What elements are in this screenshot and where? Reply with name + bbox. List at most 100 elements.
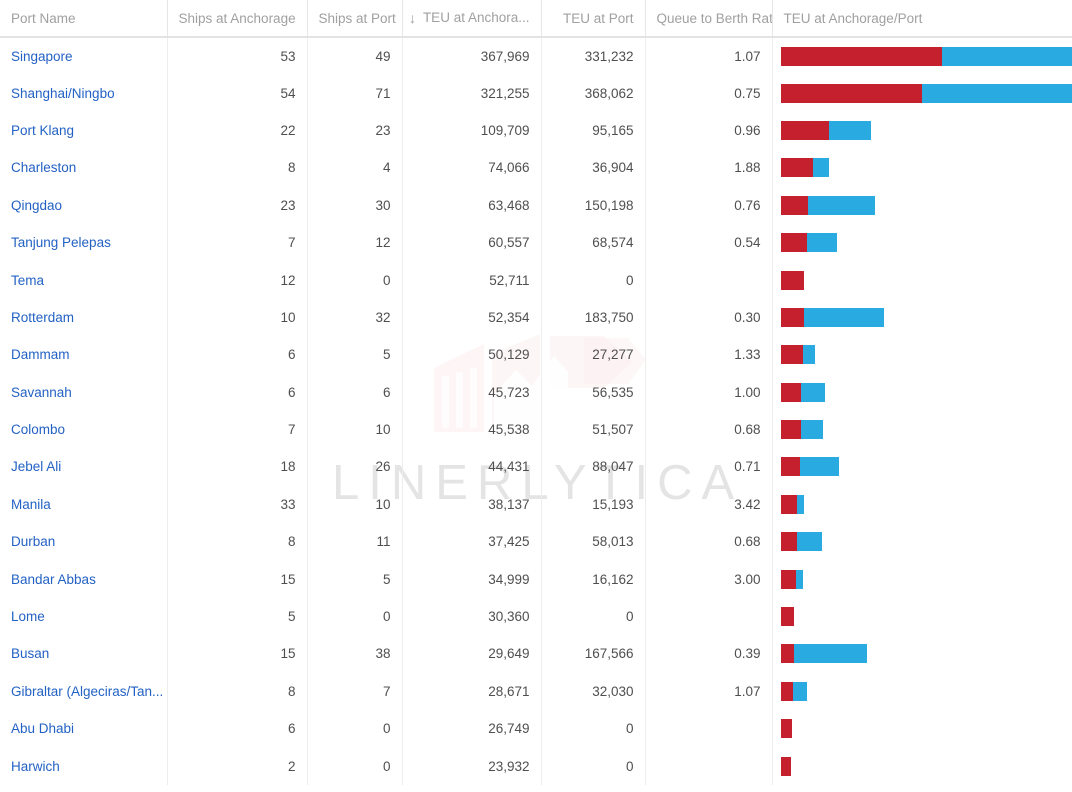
stacked-bar xyxy=(780,719,1072,739)
port-name-link[interactable]: Lome xyxy=(11,609,45,624)
cell-port-name: Harwich xyxy=(0,747,168,785)
cell-teu-at-anchorage: 37,425 xyxy=(402,523,542,561)
bar-segment-port xyxy=(796,532,823,552)
table-row: Jebel Ali 18 26 44,431 88,047 0.71 xyxy=(0,448,1072,486)
cell-port-name: Singapore xyxy=(0,37,168,75)
cell-teu-anchorage-port-bar xyxy=(772,74,1072,111)
bar-segment-anchorage xyxy=(780,420,801,440)
port-name-link[interactable]: Singapore xyxy=(11,49,73,64)
stacked-bar xyxy=(780,607,1072,627)
cell-ships-at-port: 4 xyxy=(307,149,403,187)
column-header-teu-at-anchorage[interactable]: ↓ TEU at Anchora... xyxy=(402,0,542,38)
column-header-queue-to-berth-ratio-label: Queue to Berth Ratio xyxy=(656,10,772,26)
bar-segment-port xyxy=(800,382,826,402)
stacked-bar xyxy=(780,569,1072,589)
cell-teu-anchorage-port-bar xyxy=(772,710,1072,747)
port-name-link[interactable]: Harwich xyxy=(11,759,60,774)
table-row: Durban 8 11 37,425 58,013 0.68 xyxy=(0,523,1072,561)
cell-teu-anchorage-port-bar xyxy=(772,598,1072,635)
table-row: Port Klang 22 23 109,709 95,165 0.96 xyxy=(0,111,1072,150)
cell-port-name: Tanjung Pelepas xyxy=(0,223,168,262)
stacked-bar xyxy=(780,46,1072,66)
port-name-link[interactable]: Qingdao xyxy=(11,198,62,213)
table-row: Dammam 6 5 50,129 27,277 1.33 xyxy=(0,336,1072,374)
bar-segment-anchorage xyxy=(780,457,801,477)
port-name-link[interactable]: Charleston xyxy=(11,160,76,175)
cell-queue-to-berth-ratio: 0.39 xyxy=(645,635,773,673)
cell-port-name: Qingdao xyxy=(0,186,168,224)
port-name-link[interactable]: Gibraltar (Algeciras/Tan... xyxy=(11,684,163,699)
port-name-link[interactable]: Dammam xyxy=(11,347,70,362)
cell-teu-at-port: 331,232 xyxy=(541,37,646,75)
bar-segment-anchorage xyxy=(780,233,808,253)
cell-ships-at-anchorage: 23 xyxy=(167,186,308,224)
cell-port-name: Dammam xyxy=(0,336,168,374)
port-name-link[interactable]: Abu Dhabi xyxy=(11,721,74,736)
bar-segment-port xyxy=(803,307,885,327)
cell-teu-at-port: 88,047 xyxy=(541,448,646,486)
arrow-down-icon: ↓ xyxy=(408,9,416,26)
port-name-link[interactable]: Shanghai/Ningbo xyxy=(11,86,115,101)
column-header-port-name[interactable]: Port Name xyxy=(0,0,168,38)
cell-ships-at-port: 38 xyxy=(307,635,403,673)
stacked-bar xyxy=(780,270,1072,290)
column-header-teu-anchorage-port-chart[interactable]: TEU at Anchorage/Port xyxy=(772,0,1072,38)
cell-queue-to-berth-ratio xyxy=(645,597,773,636)
table-row: Gibraltar (Algeciras/Tan... 8 7 28,671 32,03… xyxy=(0,672,1072,711)
stacked-bar xyxy=(780,158,1072,178)
bar-segment-port xyxy=(828,120,871,140)
cell-teu-at-port: 51,507 xyxy=(541,410,646,449)
cell-ships-at-anchorage: 7 xyxy=(167,223,308,262)
port-name-link[interactable]: Tema xyxy=(11,273,44,288)
header-row: Port Name Ships at Anchorage Ships at Po… xyxy=(0,0,1072,38)
port-name-link[interactable]: Jebel Ali xyxy=(11,459,61,474)
bar-segment-anchorage xyxy=(780,120,829,140)
port-name-link[interactable]: Tanjung Pelepas xyxy=(11,235,111,250)
bar-segment-anchorage xyxy=(780,607,794,627)
cell-teu-at-port: 0 xyxy=(541,597,646,636)
bar-segment-anchorage xyxy=(780,158,814,178)
cell-ships-at-anchorage: 7 xyxy=(167,410,308,449)
port-name-link[interactable]: Bandar Abbas xyxy=(11,572,96,587)
table-row: Manila 33 10 38,137 15,193 3.42 xyxy=(0,485,1072,524)
stacked-bar xyxy=(780,681,1072,701)
column-header-queue-to-berth-ratio[interactable]: Queue to Berth Ratio xyxy=(645,0,773,38)
cell-teu-anchorage-port-bar xyxy=(772,523,1072,560)
port-name-link[interactable]: Manila xyxy=(11,497,51,512)
column-header-ships-at-port[interactable]: Ships at Port xyxy=(307,0,403,38)
cell-teu-anchorage-port-bar xyxy=(772,187,1072,224)
cell-queue-to-berth-ratio: 0.54 xyxy=(645,223,773,262)
bar-segment-anchorage xyxy=(780,681,794,701)
cell-ships-at-anchorage: 15 xyxy=(167,635,308,673)
cell-queue-to-berth-ratio: 3.00 xyxy=(645,560,773,598)
grid-header: Port Name Ships at Anchorage Ships at Po… xyxy=(0,0,1072,38)
bar-segment-anchorage xyxy=(780,307,804,327)
column-header-teu-at-port[interactable]: TEU at Port xyxy=(541,0,646,38)
table-row: Colombo 7 10 45,538 51,507 0.68 xyxy=(0,410,1072,449)
cell-queue-to-berth-ratio: 0.71 xyxy=(645,448,773,486)
cell-port-name: Savannah xyxy=(0,373,168,411)
cell-port-name: Lome xyxy=(0,597,168,636)
cell-teu-at-anchorage: 44,431 xyxy=(402,448,542,486)
column-header-ships-at-anchorage[interactable]: Ships at Anchorage xyxy=(167,0,308,38)
port-name-link[interactable]: Colombo xyxy=(11,422,65,437)
cell-queue-to-berth-ratio: 0.68 xyxy=(645,410,773,449)
port-name-link[interactable]: Busan xyxy=(11,646,49,661)
bar-segment-port xyxy=(793,644,868,664)
port-name-link[interactable]: Durban xyxy=(11,534,55,549)
port-name-link[interactable]: Savannah xyxy=(11,385,72,400)
cell-ships-at-port: 0 xyxy=(307,261,403,299)
bar-segment-port xyxy=(808,195,875,215)
cell-ships-at-anchorage: 6 xyxy=(167,373,308,411)
cell-port-name: Bandar Abbas xyxy=(0,560,168,598)
stacked-bar xyxy=(780,120,1072,140)
cell-teu-at-port: 0 xyxy=(541,261,646,299)
bar-segment-anchorage xyxy=(780,644,794,664)
stacked-bar xyxy=(780,233,1072,253)
table-row: Charleston 8 4 74,066 36,904 1.88 xyxy=(0,149,1072,187)
port-name-link[interactable]: Rotterdam xyxy=(11,310,74,325)
cell-queue-to-berth-ratio: 1.07 xyxy=(645,672,773,711)
bar-segment-port xyxy=(813,158,830,178)
port-name-link[interactable]: Port Klang xyxy=(11,123,74,138)
cell-queue-to-berth-ratio xyxy=(645,710,773,748)
